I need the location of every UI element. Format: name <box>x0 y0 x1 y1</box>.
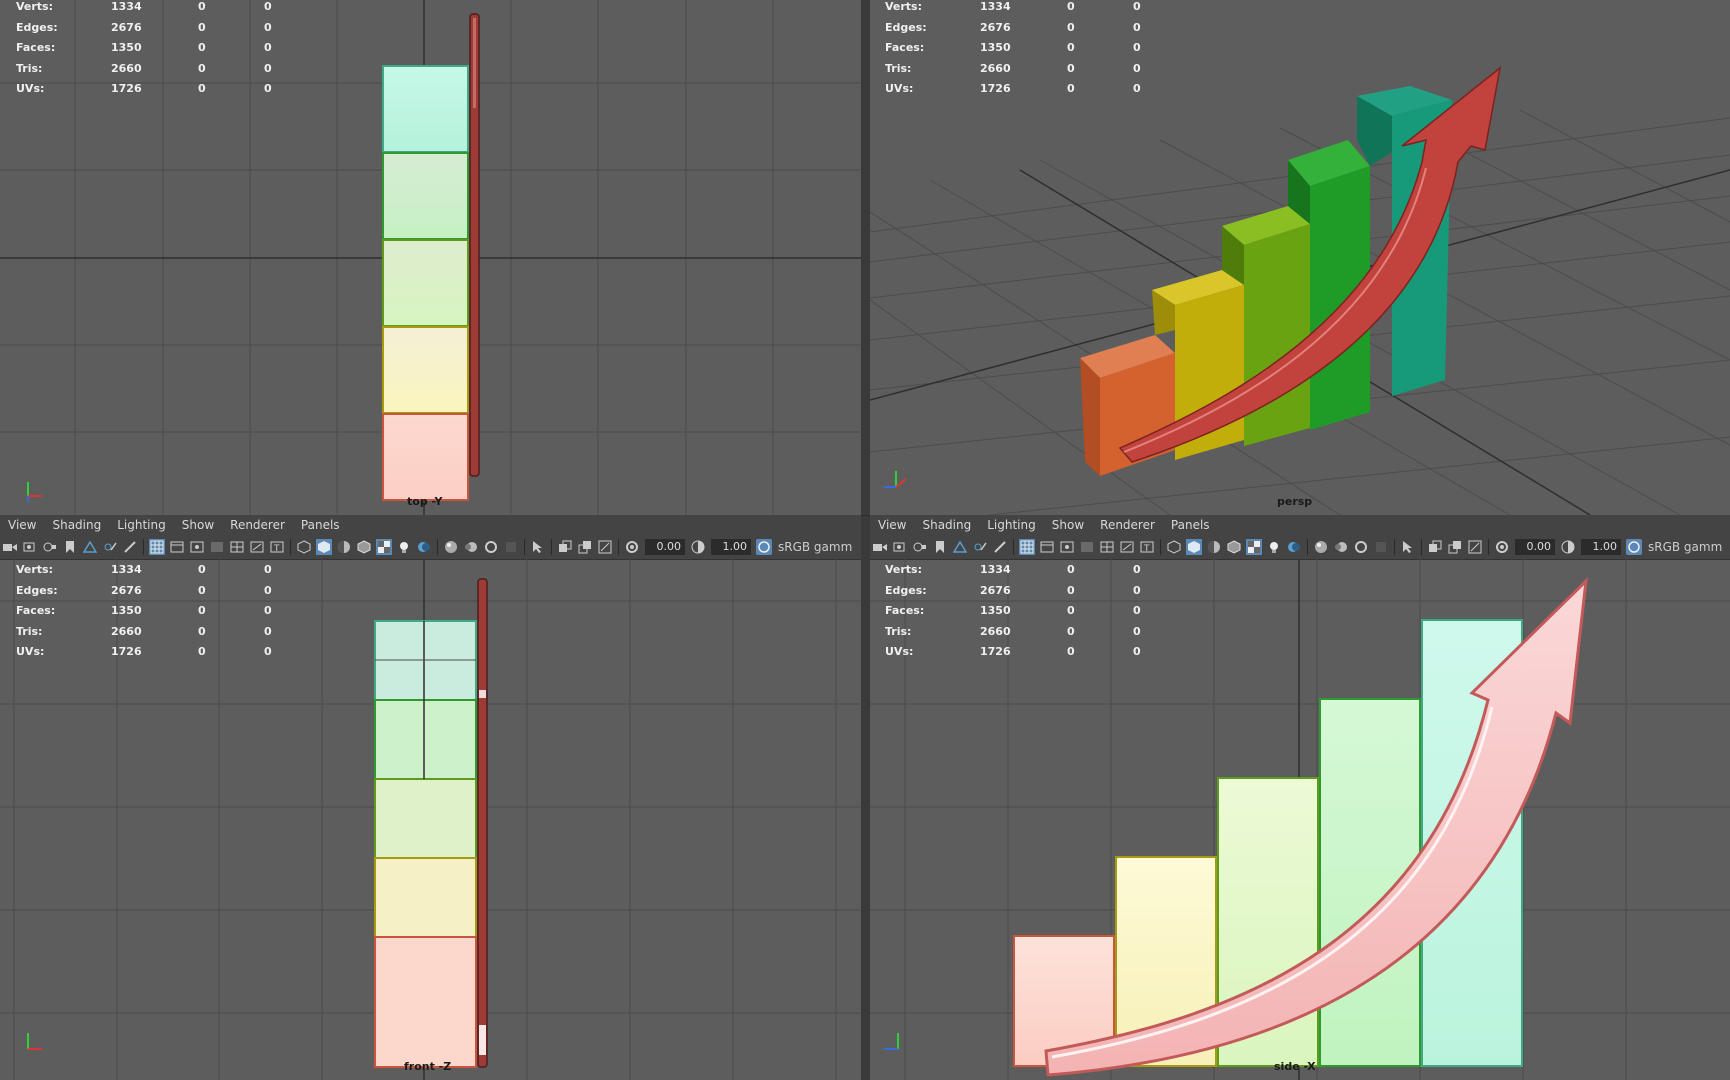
viewport-persp[interactable]: Verts: 1334 0 0 Edges: 2676 0 0 Faces: 1350 0 0 T… <box>870 0 1730 515</box>
viewport-splitter-vertical[interactable] <box>861 0 870 1080</box>
axis-gizmo-icon <box>27 482 42 502</box>
axis-gizmo-icon <box>884 471 907 488</box>
top-view-model[interactable] <box>0 0 861 515</box>
camera-label: persp <box>1277 495 1313 508</box>
side-view-model[interactable] <box>870 515 1730 1080</box>
front-bar-2 <box>374 857 477 938</box>
arrow-front-edge <box>477 578 488 1068</box>
front-bar-4 <box>374 699 477 780</box>
bar-top-5 <box>382 65 469 153</box>
persp-model[interactable] <box>870 0 1730 515</box>
camera-label: top -Y <box>407 495 443 508</box>
axis-gizmo-icon <box>27 1033 42 1050</box>
front-bar-1 <box>374 936 477 1068</box>
bar-top-4 <box>382 152 469 240</box>
viewport-top[interactable]: Verts: 1334 0 0 Edges: 2676 0 0 Faces: 1350 0 0 T… <box>0 0 861 515</box>
camera-label: side -X <box>1274 1060 1316 1073</box>
viewport-front[interactable]: View Shading Lighting Show Renderer Pane… <box>0 515 861 1080</box>
front-view-model[interactable] <box>0 515 861 1080</box>
front-bar-3 <box>374 778 477 859</box>
bar-top-2 <box>382 326 469 414</box>
bar-top-3 <box>382 239 469 327</box>
camera-label: front -Z <box>404 1060 452 1073</box>
bar-top-1 <box>382 413 469 501</box>
axis-gizmo-icon <box>884 1033 899 1050</box>
viewport-side[interactable]: View Shading Lighting Show Renderer Pane… <box>870 515 1730 1080</box>
